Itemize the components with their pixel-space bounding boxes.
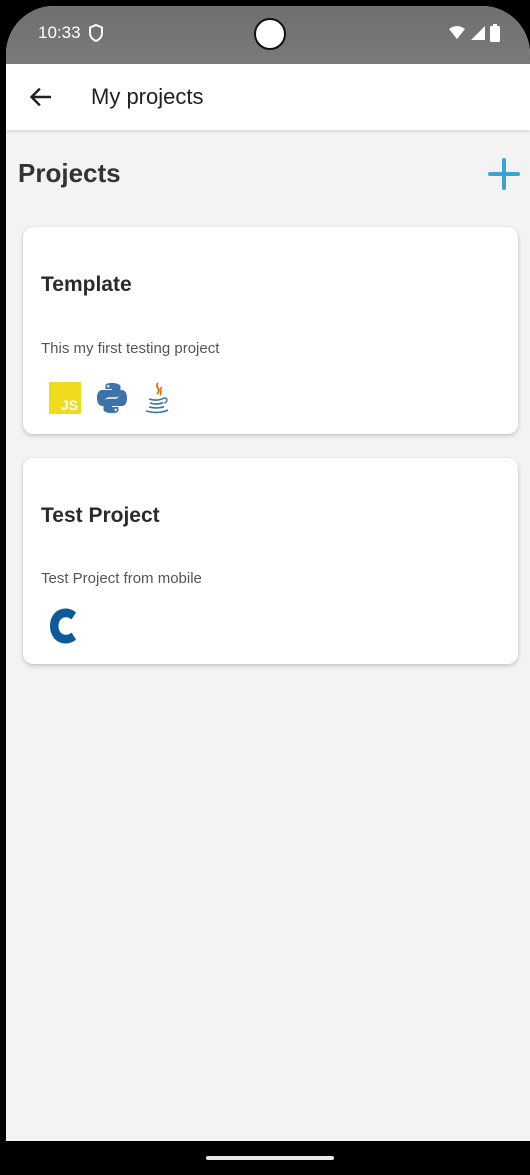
project-title: Test Project: [41, 504, 160, 527]
page-title: My projects: [91, 84, 204, 109]
app-bar: My projects: [6, 64, 530, 130]
arrow-left-icon: [29, 88, 51, 106]
device-frame: 10:33 My projects Projects Template This…: [0, 0, 530, 1175]
section-title: Projects: [18, 158, 121, 188]
screen: 10:33 My projects Projects Template This…: [6, 6, 530, 1175]
plus-icon: [488, 158, 520, 190]
project-card[interactable]: Template This my first testing project J…: [23, 227, 518, 434]
project-description: This my first testing project: [41, 340, 220, 357]
c-icon: [50, 608, 76, 644]
js-label: JS: [60, 397, 78, 413]
status-icons: [448, 24, 500, 42]
javascript-icon: JS: [49, 382, 81, 414]
back-button[interactable]: [24, 81, 56, 113]
navigation-bar: [6, 1141, 530, 1175]
status-time: 10:33: [38, 23, 81, 42]
add-project-button[interactable]: [486, 156, 522, 192]
python-icon: [97, 383, 127, 413]
wifi-icon: [449, 26, 465, 39]
language-icons: JS: [49, 381, 171, 415]
language-icons: [49, 608, 79, 644]
battery-icon: [490, 24, 500, 42]
signal-icon: [471, 26, 485, 40]
project-description: Test Project from mobile: [41, 570, 202, 587]
project-card[interactable]: Test Project Test Project from mobile: [23, 458, 518, 664]
status-bar: 10:33: [6, 6, 530, 64]
java-icon: [145, 382, 169, 414]
shield-icon: [89, 23, 103, 43]
home-gesture-handle[interactable]: [206, 1156, 334, 1160]
project-title: Template: [41, 273, 132, 296]
camera-cutout: [254, 18, 286, 50]
